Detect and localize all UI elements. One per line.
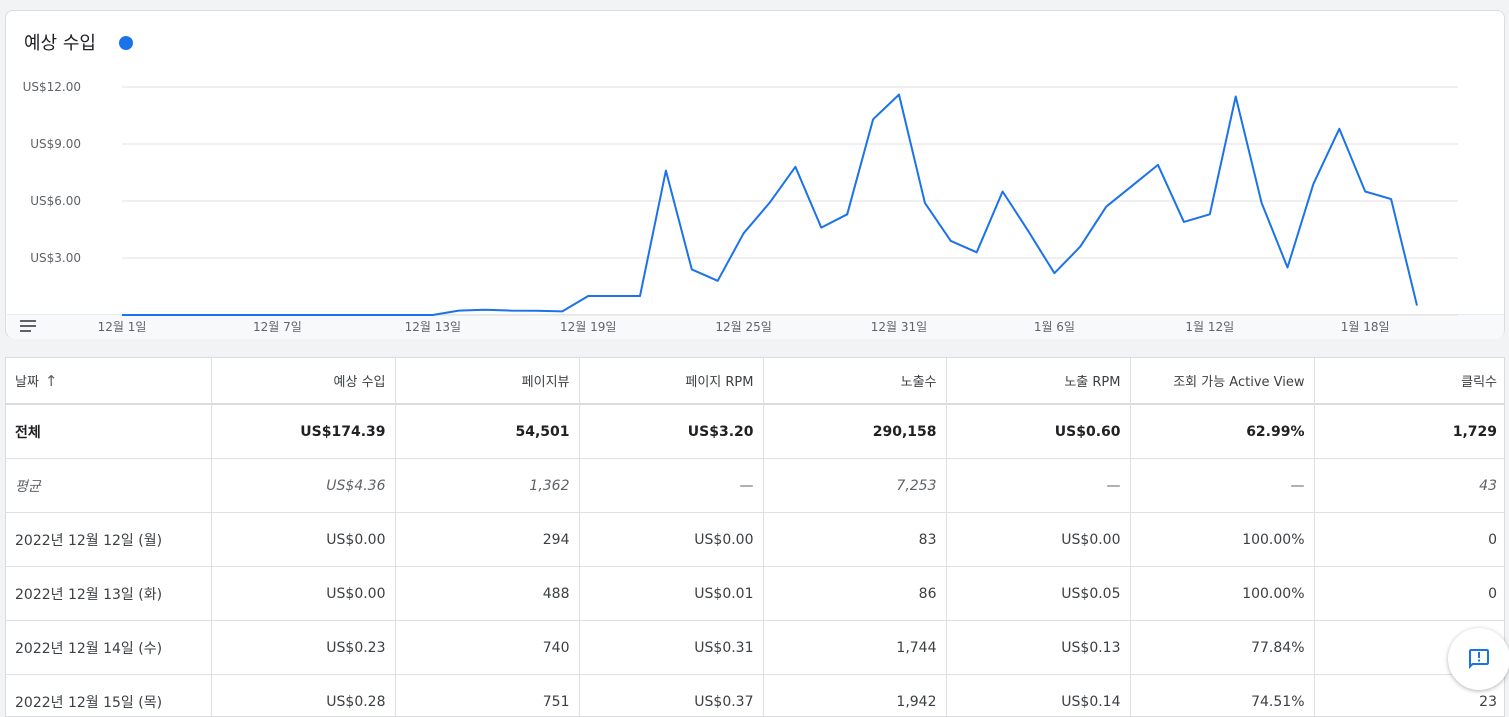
table-cell: US$0.00 — [579, 513, 763, 567]
table-cell: US$4.36 — [211, 459, 395, 513]
x-tick-label: 12월 13일 — [405, 320, 461, 334]
table-cell: 2022년 12월 12일 (월) — [6, 513, 211, 567]
table-cell: US$0.00 — [211, 513, 395, 567]
table-cell: 0 — [1314, 567, 1505, 621]
y-tick-label: US$3.00 — [30, 251, 81, 265]
table-cell: 7,253 — [763, 459, 946, 513]
x-tick-label: 12월 31일 — [871, 320, 927, 334]
table-cell: US$174.39 — [211, 404, 395, 459]
table-cell: 100.00% — [1130, 513, 1314, 567]
table-cell: 83 — [763, 513, 946, 567]
table-row: 2022년 12월 12일 (월) US$0.00 294 US$0.00 83… — [6, 513, 1505, 567]
column-header-active-view-viewable[interactable]: 조회 가능 Active View — [1130, 358, 1314, 404]
table-cell: 1,744 — [763, 621, 946, 675]
table-cell: 1,729 — [1314, 404, 1505, 459]
x-tick-label: 12월 25일 — [715, 320, 771, 334]
table-cell: US$0.05 — [946, 567, 1130, 621]
menu-icon[interactable] — [20, 320, 36, 333]
earnings-line-chart: US$3.00 US$6.00 US$9.00 US$12.00 12월 1일 12월 7… — [6, 11, 1506, 339]
x-tick-label: 1월 12일 — [1185, 320, 1234, 334]
column-header-page-rpm[interactable]: 페이지 RPM — [579, 358, 763, 404]
x-tick-label: 12월 19일 — [560, 320, 616, 334]
column-header-page-views[interactable]: 페이지뷰 — [395, 358, 579, 404]
y-tick-label: US$9.00 — [30, 137, 81, 151]
x-tick-label: 12월 7일 — [253, 320, 302, 334]
feedback-icon — [1467, 647, 1491, 671]
column-header-clicks[interactable]: 클릭수 — [1314, 358, 1505, 404]
table-cell: — — [1130, 459, 1314, 513]
x-tick-label: 1월 6일 — [1034, 320, 1075, 334]
table-header-row: 날짜↑ 예상 수입 페이지뷰 페이지 RPM 노출수 노출 RPM 조회 가능 … — [6, 358, 1505, 404]
table-cell: 294 — [395, 513, 579, 567]
feedback-button[interactable] — [1448, 628, 1509, 690]
x-tick-label: 12월 1일 — [98, 320, 147, 334]
table-cell: US$0.00 — [211, 567, 395, 621]
x-tick-label: 1월 18일 — [1341, 320, 1390, 334]
total-row: 전체 US$174.39 54,501 US$3.20 290,158 US$0… — [6, 404, 1505, 459]
estimated-earnings-chart-card: 예상 수입 US$3.00US$6.00US$9.00US$12.0012월 1… — [5, 10, 1505, 338]
y-tick-label: US$6.00 — [30, 194, 81, 208]
table-cell: 2022년 12월 13일 (화) — [6, 567, 211, 621]
table-cell: 0 — [1314, 513, 1505, 567]
report-table-container: 날짜↑ 예상 수입 페이지뷰 페이지 RPM 노출수 노출 RPM 조회 가능 … — [5, 357, 1505, 717]
table-row: 2022년 12월 14일 (수) US$0.23 740 US$0.31 1,… — [6, 621, 1505, 675]
table-cell: 평균 — [6, 459, 211, 513]
table-cell: 77.84% — [1130, 621, 1314, 675]
table-cell: US$3.20 — [579, 404, 763, 459]
table-cell: 290,158 — [763, 404, 946, 459]
table-cell: 740 — [395, 621, 579, 675]
column-header-date[interactable]: 날짜↑ — [6, 358, 211, 404]
table-cell: — — [579, 459, 763, 513]
table-cell: 2022년 12월 14일 (수) — [6, 621, 211, 675]
column-header-impression-rpm[interactable]: 노출 RPM — [946, 358, 1130, 404]
table-cell: 100.00% — [1130, 567, 1314, 621]
report-table: 날짜↑ 예상 수입 페이지뷰 페이지 RPM 노출수 노출 RPM 조회 가능 … — [6, 358, 1505, 717]
table-cell: US$0.13 — [946, 621, 1130, 675]
table-cell: 488 — [395, 567, 579, 621]
table-cell: US$0.60 — [946, 404, 1130, 459]
series-line-estimated-earnings[interactable] — [122, 95, 1417, 315]
table-cell: 전체 — [6, 404, 211, 459]
table-cell: 86 — [763, 567, 946, 621]
table-cell: 62.99% — [1130, 404, 1314, 459]
table-cell: US$0.31 — [579, 621, 763, 675]
table-cell: US$0.00 — [946, 513, 1130, 567]
table-cell: 1,362 — [395, 459, 579, 513]
table-cell: US$0.01 — [579, 567, 763, 621]
table-cell: — — [946, 459, 1130, 513]
table-cell: 54,501 — [395, 404, 579, 459]
column-header-impressions[interactable]: 노출수 — [763, 358, 946, 404]
table-row: 2022년 12월 13일 (화) US$0.00 488 US$0.01 86… — [6, 567, 1505, 621]
average-row: 평균 US$4.36 1,362 — 7,253 — — 43 — [6, 459, 1505, 513]
arrow-up-icon[interactable]: ↑ — [45, 372, 58, 390]
y-tick-label: US$12.00 — [23, 80, 81, 94]
column-header-estimated-earnings[interactable]: 예상 수입 — [211, 358, 395, 404]
table-cell: US$0.23 — [211, 621, 395, 675]
table-cell: 43 — [1314, 459, 1505, 513]
